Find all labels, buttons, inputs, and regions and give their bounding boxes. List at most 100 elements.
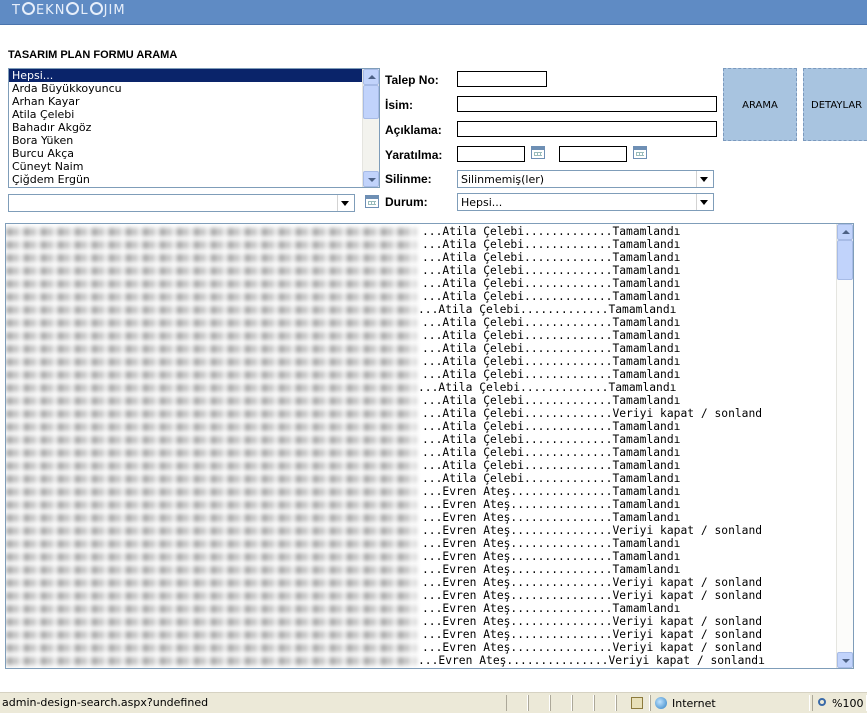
list-item[interactable]: Bahadır Akgöz — [9, 121, 362, 134]
table-row[interactable]: ...Atila Çelebi.............Tamamlandı — [418, 277, 765, 290]
results-scrollbar[interactable] — [836, 224, 853, 668]
row-status: Tamamlandı — [612, 251, 681, 264]
redacted-line — [6, 540, 416, 548]
chevron-up-icon — [368, 75, 376, 79]
table-row[interactable]: ...Atila Çelebi.............Tamamlandı — [418, 251, 765, 264]
dot-leader: ... — [422, 641, 443, 654]
dot-leader: ............... — [510, 550, 613, 563]
dropdown-button[interactable] — [696, 171, 713, 187]
results-list: ...Atila Çelebi.............Tamamlandı..… — [418, 225, 765, 667]
list-item[interactable]: Arhan Kayar — [9, 95, 362, 108]
page-title: TASARIM PLAN FORMU ARAMA — [8, 49, 178, 61]
dot-leader: ... — [422, 498, 443, 511]
dot-leader: ... — [422, 446, 443, 459]
table-row[interactable]: ...Atila Çelebi.............Tamamlandı — [418, 355, 765, 368]
search-button[interactable]: ARAMA — [723, 68, 797, 141]
table-row[interactable]: ...Atila Çelebi.............Tamamlandı — [418, 238, 765, 251]
dot-leader: ... — [422, 355, 443, 368]
listbox-scrollbar[interactable] — [362, 69, 379, 187]
table-row[interactable]: ...Evren Ateş...............Tamamlandı — [418, 602, 765, 615]
list-item[interactable]: Cüneyt Naim — [9, 160, 362, 173]
row-name: Atila Çelebi — [442, 290, 525, 303]
row-name: Evren Ateş — [442, 641, 511, 654]
table-row[interactable]: ...Evren Ateş...............Tamamlandı — [418, 511, 765, 524]
list-item[interactable]: Bora Yüken — [9, 134, 362, 147]
yaratilma-from-field[interactable] — [457, 146, 525, 162]
aciklama-field[interactable] — [457, 121, 717, 137]
list-item[interactable]: Atila Çelebi — [9, 108, 362, 121]
details-button[interactable]: DETAYLAR — [803, 68, 867, 141]
redacted-line — [6, 592, 416, 600]
list-item[interactable]: Hepsi... — [9, 69, 362, 82]
table-row[interactable]: ...Atila Çelebi.............Tamamlandı — [418, 381, 765, 394]
chevron-down-icon — [368, 178, 376, 182]
table-row[interactable]: ...Atila Çelebi.............Tamamlandı — [418, 394, 765, 407]
table-row[interactable]: ...Atila Çelebi.............Tamamlandı — [418, 303, 765, 316]
dot-leader: ............. — [524, 225, 613, 238]
dropdown-button[interactable] — [696, 194, 713, 210]
table-row[interactable]: ...Evren Ateş...............Veriyi kapat… — [418, 641, 765, 654]
results-panel: ...Atila Çelebi.............Tamamlandı..… — [5, 223, 854, 669]
table-row[interactable]: ...Evren Ateş...............Veriyi kapat… — [418, 589, 765, 602]
table-row[interactable]: ...Evren Ateş...............Tamamlandı — [418, 498, 765, 511]
list-item[interactable]: Arda Büyükkoyuncu — [9, 82, 362, 95]
security-lock-icon[interactable] — [631, 697, 643, 709]
table-row[interactable]: ...Atila Çelebi.............Tamamlandı — [418, 420, 765, 433]
table-row[interactable]: ...Atila Çelebi.............Tamamlandı — [418, 316, 765, 329]
table-row[interactable]: ...Atila Çelebi.............Tamamlandı — [418, 225, 765, 238]
table-row[interactable]: ...Evren Ateş...............Tamamlandı — [418, 550, 765, 563]
scroll-down-button[interactable] — [363, 171, 379, 187]
silinme-select[interactable]: Silinmemiş(ler) — [457, 170, 714, 188]
user-listbox[interactable]: Hepsi... Arda Büyükkoyuncu Arhan Kayar Atil… — [8, 68, 380, 188]
dot-leader: ............. — [524, 420, 613, 433]
table-row[interactable]: ...Evren Ateş...............Veriyi kapat… — [418, 628, 765, 641]
table-row[interactable]: ...Atila Çelebi.............Tamamlandı — [418, 264, 765, 277]
table-row[interactable]: ...Atila Çelebi.............Tamamlandı — [418, 446, 765, 459]
table-row[interactable]: ...Atila Çelebi.............Veriyi kapat… — [418, 407, 765, 420]
row-name: Evren Ateş — [442, 498, 511, 511]
list-item[interactable]: Çiğdem Ergün — [9, 173, 362, 186]
scroll-thumb[interactable] — [837, 240, 853, 280]
table-row[interactable]: ...Atila Çelebi.............Tamamlandı — [418, 342, 765, 355]
calendar-icon[interactable] — [365, 195, 379, 208]
table-row[interactable]: ...Evren Ateş...............Veriyi kapat… — [418, 654, 765, 667]
row-status: Tamamlandı — [612, 472, 681, 485]
table-row[interactable]: ...Atila Çelebi.............Tamamlandı — [418, 433, 765, 446]
row-name: Atila Çelebi — [438, 381, 521, 394]
table-row[interactable]: ...Evren Ateş...............Veriyi kapat… — [418, 615, 765, 628]
row-status: Veriyi kapat / sonland — [612, 628, 763, 641]
table-row[interactable]: ...Evren Ateş...............Tamamlandı — [418, 537, 765, 550]
table-row[interactable]: ...Atila Çelebi.............Tamamlandı — [418, 459, 765, 472]
table-row[interactable]: ...Evren Ateş...............Veriyi kapat… — [418, 524, 765, 537]
talep-no-field[interactable] — [457, 71, 547, 87]
redacted-line — [6, 410, 416, 418]
row-name: Evren Ateş — [442, 602, 511, 615]
isim-field[interactable] — [457, 96, 717, 112]
calendar-icon[interactable] — [531, 146, 545, 159]
table-row[interactable]: ...Atila Çelebi.............Tamamlandı — [418, 368, 765, 381]
calendar-icon[interactable] — [633, 146, 647, 159]
table-row[interactable]: ...Evren Ateş...............Veriyi kapat… — [418, 576, 765, 589]
dot-leader: ............... — [510, 628, 613, 641]
zoom-level[interactable]: %100 — [832, 697, 863, 710]
dot-leader: ............. — [524, 264, 613, 277]
table-row[interactable]: ...Atila Çelebi.............Tamamlandı — [418, 472, 765, 485]
scroll-up-button[interactable] — [837, 224, 853, 240]
list-item[interactable]: Burcu Akça — [9, 147, 362, 160]
dot-leader: ............. — [524, 433, 613, 446]
user-select[interactable] — [8, 194, 355, 212]
dot-leader: ... — [422, 628, 443, 641]
yaratilma-to-field[interactable] — [559, 146, 627, 162]
table-row[interactable]: ...Evren Ateş...............Tamamlandı — [418, 485, 765, 498]
scroll-thumb[interactable] — [363, 85, 379, 119]
scroll-up-button[interactable] — [363, 69, 379, 85]
durum-select[interactable]: Hepsi... — [457, 193, 714, 211]
dropdown-button[interactable] — [337, 195, 354, 211]
dot-leader: ............. — [520, 303, 609, 316]
table-row[interactable]: ...Atila Çelebi.............Tamamlandı — [418, 329, 765, 342]
table-row[interactable]: ...Atila Çelebi.............Tamamlandı — [418, 290, 765, 303]
table-row[interactable]: ...Evren Ateş...............Tamamlandı — [418, 563, 765, 576]
row-status: Tamamlandı — [612, 290, 681, 303]
dot-leader: ............. — [524, 277, 613, 290]
scroll-down-button[interactable] — [837, 652, 853, 668]
